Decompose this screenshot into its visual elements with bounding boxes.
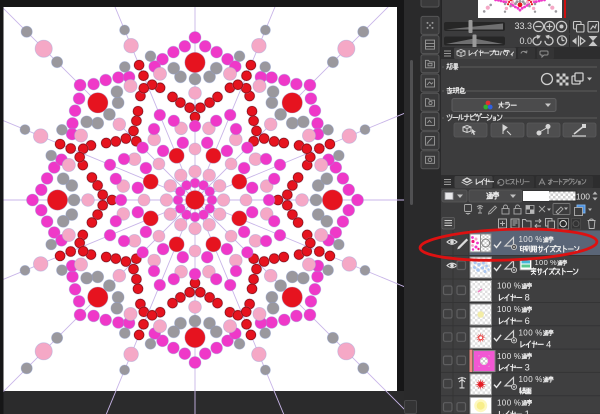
svg-text:0: 0 (528, 235, 533, 244)
svg-text:33.3: 33.3 (514, 21, 532, 31)
svg-text:%: % (535, 329, 542, 338)
svg-text:100: 100 (576, 191, 590, 201)
svg-text:4: 4 (546, 339, 551, 349)
svg-text:%: % (514, 398, 521, 407)
svg-text:0: 0 (507, 305, 512, 314)
svg-text:0: 0 (544, 258, 548, 267)
svg-text:0: 0 (507, 352, 512, 361)
svg-text:%: % (514, 305, 521, 314)
svg-text:0: 0 (507, 398, 512, 407)
svg-text:0: 0 (528, 329, 533, 338)
svg-text:3: 3 (525, 363, 530, 373)
svg-text:%: % (514, 352, 521, 361)
svg-text:0.0: 0.0 (519, 36, 532, 46)
svg-text:0: 0 (528, 375, 533, 384)
svg-text:%: % (535, 375, 542, 384)
svg-text:0: 0 (507, 282, 512, 291)
svg-text:0: 0 (539, 258, 543, 267)
svg-text:%: % (535, 235, 542, 244)
svg-text:%: % (550, 258, 557, 267)
svg-text:6: 6 (525, 316, 530, 326)
svg-text:8: 8 (525, 293, 530, 303)
svg-text:1: 1 (525, 409, 530, 414)
svg-text:%: % (514, 282, 521, 291)
